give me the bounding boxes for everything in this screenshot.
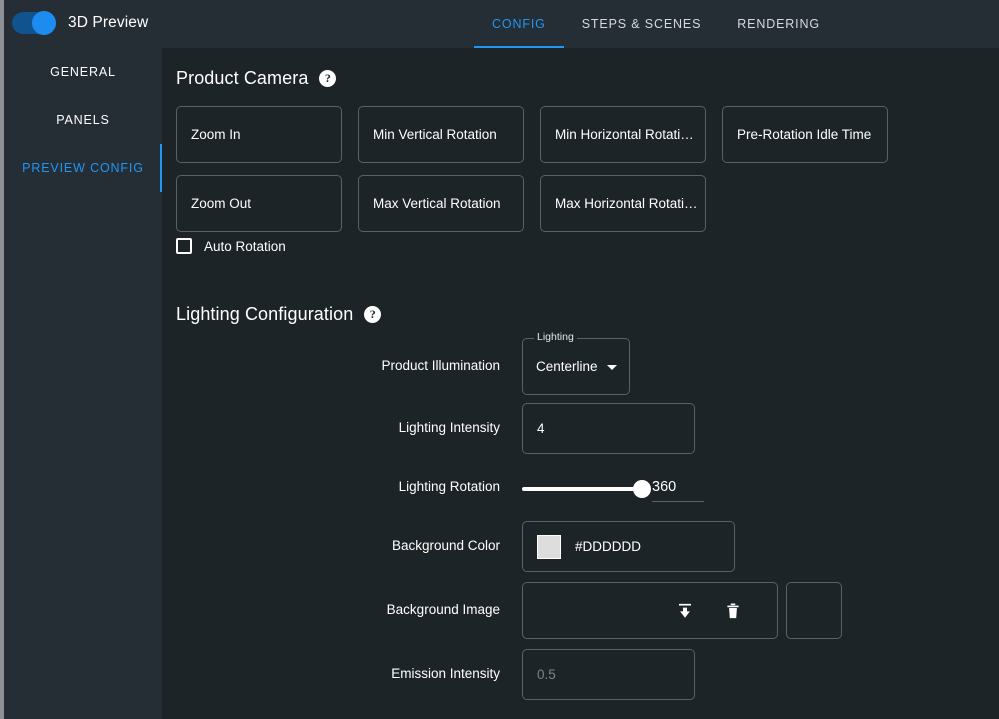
product-camera-heading: Product Camera ?: [176, 68, 337, 89]
product-illumination-label: Product Illumination: [381, 358, 500, 373]
preview-toggle-group: 3D Preview: [12, 11, 149, 35]
tab-rendering[interactable]: RENDERING: [719, 0, 838, 48]
background-image-dropzone[interactable]: [522, 582, 778, 639]
background-image-controls: [522, 582, 842, 639]
background-image-preview-box[interactable]: [786, 582, 842, 639]
lighting-intensity-input[interactable]: [522, 403, 695, 454]
lighting-select-floating-label: Lighting: [534, 331, 577, 343]
toggle-knob: [32, 11, 56, 35]
min-vertical-rotation-button[interactable]: Min Vertical Rotation: [358, 106, 524, 163]
auto-rotation-label: Auto Rotation: [204, 238, 286, 254]
background-color-field: #DDDDDD: [522, 521, 735, 572]
lighting-rotation-value[interactable]: 360: [652, 479, 704, 502]
tab-config[interactable]: CONFIG: [474, 0, 564, 48]
min-horizontal-rotation-button[interactable]: Min Horizontal Rotati…: [540, 106, 706, 163]
emission-intensity-row: Emission Intensity: [162, 649, 999, 700]
upload-icon[interactable]: [675, 601, 695, 621]
pre-rotation-idle-time-button[interactable]: Pre-Rotation Idle Time: [722, 106, 888, 163]
background-color-label: Background Color: [391, 538, 500, 553]
help-icon[interactable]: ?: [364, 306, 382, 323]
sidebar-item-preview-config[interactable]: PREVIEW CONFIG: [4, 144, 162, 192]
emission-intensity-input[interactable]: [522, 649, 695, 700]
sidebar-item-panels[interactable]: PANELS: [4, 96, 162, 144]
zoom-in-button[interactable]: Zoom In: [176, 106, 342, 163]
color-swatch[interactable]: [537, 534, 561, 559]
lighting-configuration-heading: Lighting Configuration ?: [176, 304, 382, 325]
background-image-label: Background Image: [386, 602, 500, 617]
slider-thumb[interactable]: [633, 479, 651, 498]
lighting-intensity-label: Lighting Intensity: [398, 420, 500, 435]
product-illumination-row: Product Illumination Lighting Centerline: [162, 331, 999, 395]
sidebar-item-general[interactable]: GENERAL: [4, 48, 162, 96]
lighting-select-value: Centerline: [536, 359, 598, 374]
lighting-rotation-label: Lighting Rotation: [398, 479, 500, 494]
lighting-rotation-slider[interactable]: [522, 479, 651, 498]
emission-intensity-label: Emission Intensity: [391, 666, 500, 681]
tab-bar: CONFIG STEPS & SCENES RENDERING: [474, 0, 838, 48]
product-illumination-field: Lighting Centerline: [522, 331, 630, 395]
background-color-picker[interactable]: #DDDDDD: [522, 521, 735, 572]
background-image-row: Background Image: [162, 582, 999, 639]
auto-rotation-checkbox-row[interactable]: Auto Rotation: [176, 238, 286, 254]
max-horizontal-rotation-button[interactable]: Max Horizontal Rotati…: [540, 175, 706, 232]
background-color-row: Background Color #DDDDDD: [162, 521, 999, 572]
lighting-intensity-row: Lighting Intensity: [162, 403, 999, 454]
background-image-field: [522, 582, 842, 639]
lighting-configuration-title-text: Lighting Configuration: [176, 304, 354, 324]
lighting-select[interactable]: Lighting Centerline: [522, 331, 630, 395]
emission-intensity-field: [522, 649, 695, 700]
chevron-down-icon[interactable]: [607, 364, 617, 370]
3d-preview-toggle[interactable]: [12, 11, 56, 35]
page-title: 3D Preview: [68, 14, 149, 31]
lighting-fields: Product Illumination Lighting Centerline…: [162, 331, 999, 708]
trash-icon[interactable]: [723, 601, 743, 621]
tab-steps-and-scenes[interactable]: STEPS & SCENES: [564, 0, 720, 48]
max-vertical-rotation-button[interactable]: Max Vertical Rotation: [358, 175, 524, 232]
content-panel: Product Camera ? Zoom In Min Vertical Ro…: [162, 48, 999, 719]
zoom-out-button[interactable]: Zoom Out: [176, 175, 342, 232]
app-root: 3D Preview CONFIG STEPS & SCENES RENDERI…: [0, 0, 999, 719]
auto-rotation-checkbox[interactable]: [176, 238, 192, 254]
lighting-rotation-field: 360: [522, 462, 704, 513]
product-camera-title-text: Product Camera: [176, 68, 309, 88]
top-bar: 3D Preview CONFIG STEPS & SCENES RENDERI…: [4, 0, 999, 48]
help-icon[interactable]: ?: [319, 70, 337, 87]
camera-button-row-2: Zoom Out Max Vertical Rotation Max Horiz…: [176, 175, 888, 232]
lighting-rotation-slider-group: 360: [522, 462, 704, 513]
lighting-intensity-field: [522, 403, 695, 454]
camera-button-row-1: Zoom In Min Vertical Rotation Min Horizo…: [176, 106, 888, 163]
background-color-value: #DDDDDD: [575, 539, 642, 554]
lighting-rotation-row: Lighting Rotation 360: [162, 462, 999, 513]
camera-button-grid: Zoom In Min Vertical Rotation Min Horizo…: [176, 106, 888, 232]
sidebar: GENERAL PANELS PREVIEW CONFIG: [4, 48, 162, 719]
